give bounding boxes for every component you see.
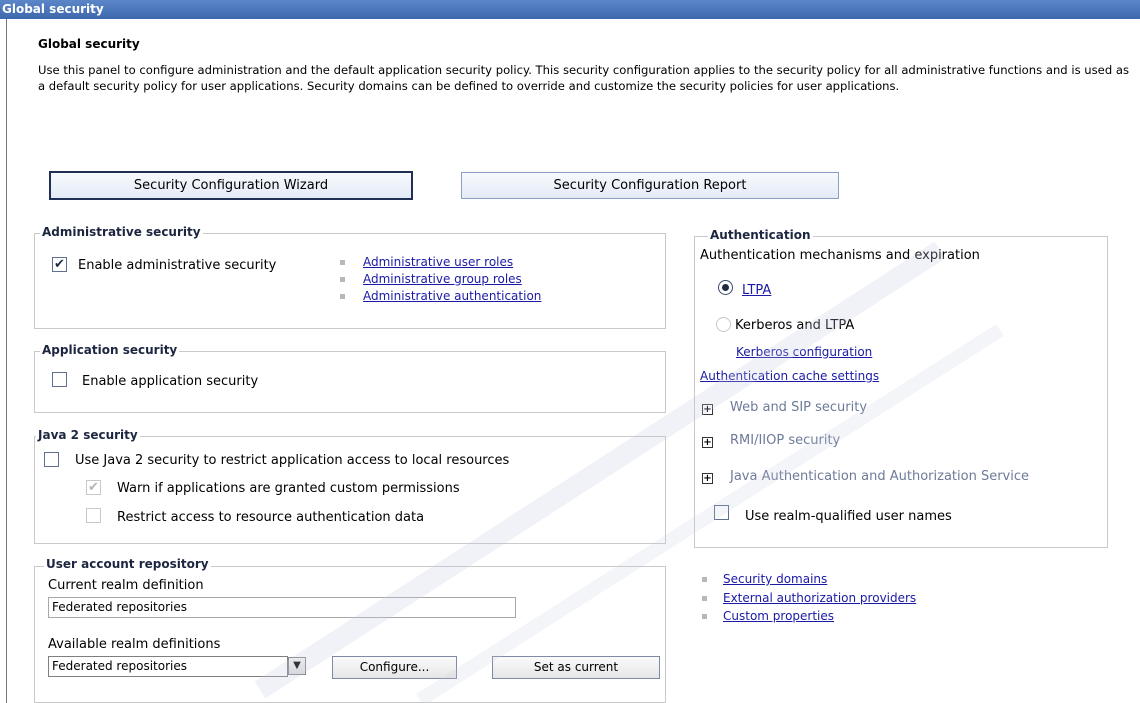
authentication-cache-settings-link[interactable]: Authentication cache settings	[700, 369, 879, 383]
current-realm-definition-label: Current realm definition	[48, 578, 204, 593]
administrative-group-roles-link[interactable]: Administrative group roles	[363, 272, 522, 286]
kerberos-configuration-link[interactable]: Kerberos configuration	[736, 345, 872, 359]
window-titlebar: Global security	[0, 0, 1140, 19]
application-security-legend: Application security	[40, 343, 180, 357]
authentication-mechanisms-label: Authentication mechanisms and expiration	[700, 248, 980, 263]
use-java-2-security-checkbox[interactable]	[44, 452, 59, 467]
warn-custom-permissions-checkbox[interactable]: ✔	[86, 480, 101, 495]
administrative-user-roles-link[interactable]: Administrative user roles	[363, 255, 513, 269]
external-authorization-providers-link[interactable]: External authorization providers	[723, 591, 916, 605]
use-realm-qualified-names-checkbox[interactable]	[714, 505, 729, 520]
checkmark-icon: ✔	[88, 480, 99, 495]
ltpa-radio[interactable]	[718, 280, 733, 295]
left-divider	[6, 19, 7, 703]
administrative-security-legend: Administrative security	[40, 225, 203, 239]
enable-administrative-security-label: Enable administrative security	[78, 258, 277, 273]
restrict-resource-auth-data-checkbox[interactable]	[86, 508, 101, 523]
expand-plus-icon[interactable]: +	[702, 437, 713, 448]
administrative-authentication-link[interactable]: Administrative authentication	[363, 289, 541, 303]
checkmark-icon: ✔	[54, 257, 65, 272]
available-realm-definitions-label: Available realm definitions	[48, 637, 221, 652]
page-title: Global security	[38, 37, 140, 51]
restrict-resource-auth-data-label: Restrict access to resource authenticati…	[117, 510, 425, 525]
warn-custom-permissions-label: Warn if applications are granted custom …	[117, 481, 460, 496]
bullet-icon	[702, 577, 707, 582]
custom-properties-link[interactable]: Custom properties	[723, 609, 834, 623]
bullet-icon	[340, 277, 345, 282]
page-description: Use this panel to configure administrati…	[38, 63, 1130, 93]
bullet-icon	[340, 260, 345, 265]
administrative-security-section	[34, 233, 666, 329]
current-realm-definition-field: Federated repositories	[48, 597, 516, 618]
web-sip-security-label[interactable]: Web and SIP security	[730, 400, 867, 415]
enable-application-security-label: Enable application security	[82, 374, 259, 389]
set-as-current-button[interactable]: Set as current	[492, 656, 660, 679]
kerberos-ltpa-radio[interactable]	[716, 317, 731, 332]
bullet-icon	[340, 294, 345, 299]
use-realm-qualified-names-label: Use realm-qualified user names	[745, 509, 952, 524]
expand-plus-icon[interactable]: +	[702, 404, 713, 415]
security-configuration-report-button[interactable]: Security Configuration Report	[461, 172, 839, 199]
kerberos-ltpa-label: Kerberos and LTPA	[735, 318, 855, 333]
security-configuration-wizard-button[interactable]: Security Configuration Wizard	[49, 171, 413, 200]
ltpa-link[interactable]: LTPA	[742, 283, 771, 298]
authentication-legend: Authentication	[708, 228, 813, 242]
configure-button[interactable]: Configure...	[332, 656, 457, 679]
bullet-icon	[702, 614, 707, 619]
enable-application-security-checkbox[interactable]	[52, 372, 67, 387]
jaas-label[interactable]: Java Authentication and Authorization Se…	[730, 469, 1029, 484]
user-account-repository-legend: User account repository	[44, 557, 211, 571]
use-java-2-security-label: Use Java 2 security to restrict applicat…	[75, 453, 510, 468]
bullet-icon	[702, 596, 707, 601]
java-2-security-legend: Java 2 security	[36, 428, 140, 442]
expand-plus-icon[interactable]: +	[702, 473, 713, 484]
available-realm-definitions-select[interactable]: Federated repositories	[48, 656, 288, 677]
enable-administrative-security-checkbox[interactable]: ✔	[52, 257, 67, 272]
rmi-iiop-security-label[interactable]: RMI/IIOP security	[730, 433, 840, 448]
security-domains-link[interactable]: Security domains	[723, 572, 827, 586]
chevron-down-icon[interactable]: ▼	[288, 657, 306, 675]
